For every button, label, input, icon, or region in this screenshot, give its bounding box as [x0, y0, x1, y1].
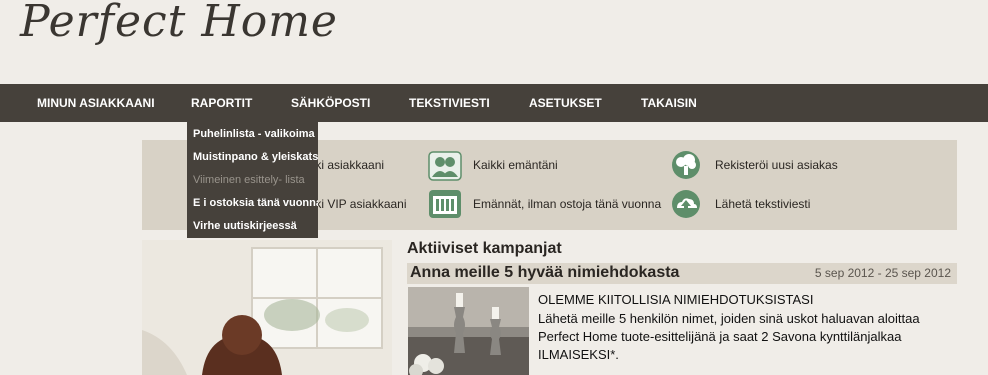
tree-cloud-icon[interactable] — [669, 150, 703, 180]
quick-link-all-hostesses[interactable]: Kaikki emäntäni — [473, 158, 558, 172]
nav-item-my-customers[interactable]: MINUN ASIAKKAANI — [37, 84, 155, 122]
dropdown-item-notes-overview[interactable]: Muistinpano & yleiskatsaus — [193, 151, 318, 163]
campaign-title[interactable]: Anna meille 5 hyvää nimiehdokasta — [410, 264, 679, 282]
campaign-body: Lähetä meille 5 henkilön nimet, joiden s… — [538, 311, 920, 362]
quick-link-send-sms[interactable]: Lähetä tekstiviesti — [715, 197, 810, 211]
reports-dropdown-menu: Puhelinlista - valikoima Muistinpano & y… — [187, 122, 318, 238]
nav-item-email[interactable]: SÄHKÖPOSTI — [291, 84, 370, 122]
nav-item-settings[interactable]: ASETUKSET — [529, 84, 602, 122]
campaign-image — [408, 287, 529, 375]
main-nav: MINUN ASIAKKAANI RAPORTIT SÄHKÖPOSTI TEK… — [0, 84, 988, 122]
campaign-header[interactable]: Anna meille 5 hyvää nimiehdokasta 5 sep … — [407, 263, 957, 284]
campaign-heading: OLEMME KIITOLLISIA NIMIEHDOTUKSISTASI — [538, 292, 814, 307]
cloud-upload-icon[interactable] — [669, 189, 703, 219]
calendar-icon[interactable] — [428, 189, 462, 219]
hero-photo — [142, 240, 392, 375]
campaign-date: 5 sep 2012 - 25 sep 2012 — [814, 266, 951, 280]
active-campaigns-title: Aktiiviset kampanjat — [407, 240, 562, 257]
nav-item-reports[interactable]: RAPORTIT — [191, 84, 252, 122]
dropdown-item-no-purchases[interactable]: E i ostoksia tänä vuonna — [193, 197, 318, 209]
dropdown-item-phone-list[interactable]: Puhelinlista - valikoima — [193, 128, 318, 140]
nav-item-back[interactable]: TAKAISIN — [641, 84, 697, 122]
group-icon[interactable] — [428, 151, 462, 181]
brand-logo[interactable]: Perfect Home — [20, 0, 338, 47]
dropdown-item-last-demo-list: Viimeinen esittely- lista — [193, 174, 305, 186]
dropdown-item-newsletter-error[interactable]: Virhe uutiskirjeessä — [193, 220, 318, 232]
quick-link-hostesses-no-purchases[interactable]: Emännät, ilman ostoja tänä vuonna — [473, 197, 661, 211]
quick-link-register-customer[interactable]: Rekisteröi uusi asiakas — [715, 158, 838, 172]
nav-item-sms[interactable]: TEKSTIVIESTI — [409, 84, 490, 122]
